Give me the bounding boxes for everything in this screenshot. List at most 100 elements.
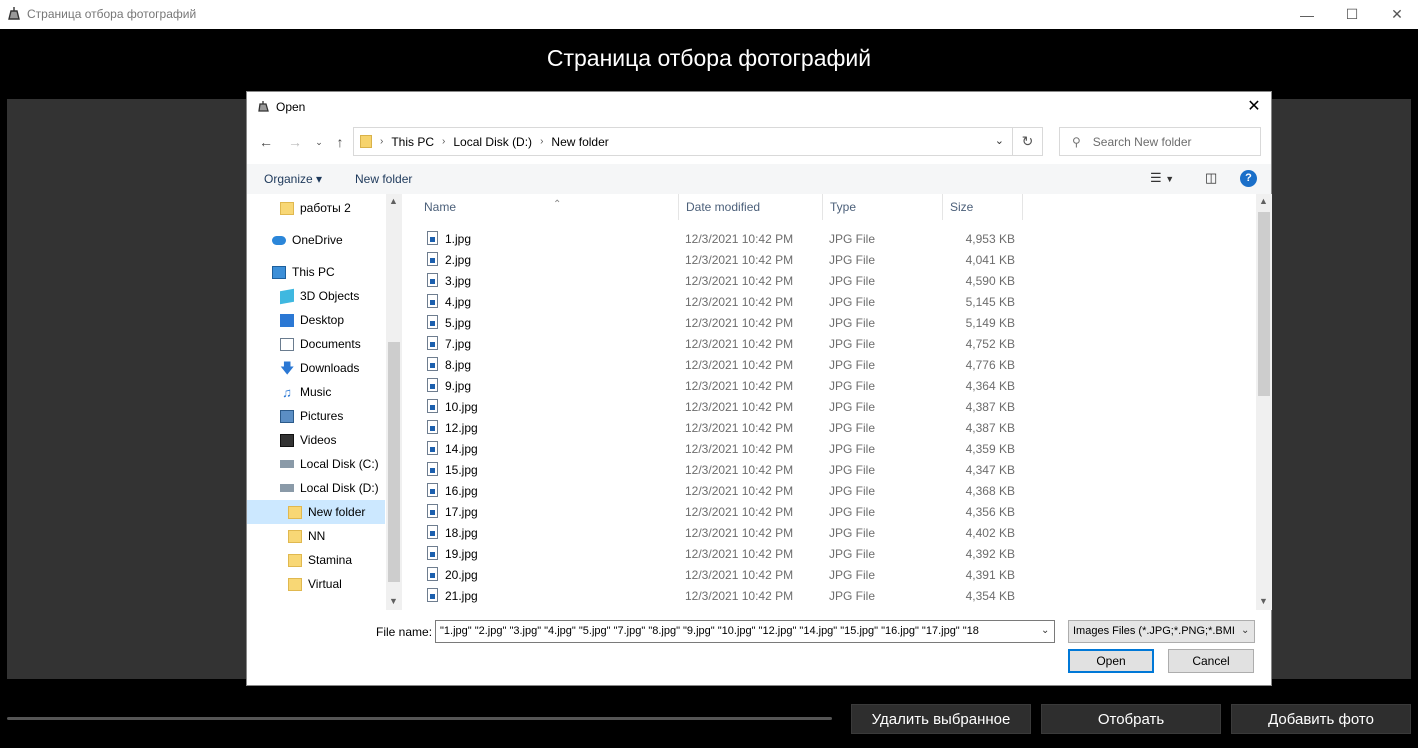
open-button[interactable]: Open xyxy=(1068,649,1154,673)
column-header-size[interactable]: Size xyxy=(943,194,1023,220)
file-row[interactable]: 4.jpg 12/3/2021 10:42 PM JPG File 5,145 KB xyxy=(405,291,1255,312)
column-header-date[interactable]: Date modified xyxy=(679,194,823,220)
nav-item-new-folder[interactable]: New folder xyxy=(247,500,385,524)
close-window-button[interactable]: ✕ xyxy=(1374,0,1418,29)
breadcrumb-this-pc[interactable]: This PC xyxy=(391,135,434,149)
nav-item-raboty-2[interactable]: работы 2 xyxy=(247,196,385,220)
minimize-button[interactable]: — xyxy=(1284,0,1330,29)
nav-item-downloads[interactable]: 🡇 Downloads xyxy=(247,356,385,380)
breadcrumb-new-folder[interactable]: New folder xyxy=(551,135,608,149)
file-row[interactable]: 17.jpg 12/3/2021 10:42 PM JPG File 4,356 KB xyxy=(405,501,1255,522)
scrollbar-thumb[interactable] xyxy=(388,342,400,582)
file-size: 4,041 KB xyxy=(965,253,1015,267)
select-button[interactable]: Отобрать xyxy=(1041,704,1221,734)
nav-item-label: Downloads xyxy=(300,361,360,375)
scroll-down-icon[interactable]: ▼ xyxy=(1259,596,1268,606)
file-row[interactable]: 18.jpg 12/3/2021 10:42 PM JPG File 4,402 KB xyxy=(405,522,1255,543)
scroll-up-icon[interactable]: ▲ xyxy=(1259,196,1268,206)
cancel-button[interactable]: Cancel xyxy=(1168,649,1254,673)
file-row[interactable]: 7.jpg 12/3/2021 10:42 PM JPG File 4,752 KB xyxy=(405,333,1255,354)
file-row[interactable]: 19.jpg 12/3/2021 10:42 PM JPG File 4,392 KB xyxy=(405,543,1255,564)
file-row[interactable]: 15.jpg 12/3/2021 10:42 PM JPG File 4,347 KB xyxy=(405,459,1255,480)
preview-pane-button[interactable]: ◫ xyxy=(1205,170,1217,188)
file-row[interactable]: 21.jpg 12/3/2021 10:42 PM JPG File 4,354 KB xyxy=(405,585,1255,606)
file-name-label: File name: xyxy=(376,625,433,639)
chevron-down-icon[interactable]: ⌄ xyxy=(1241,625,1249,636)
jpg-file-icon xyxy=(427,252,438,266)
help-button[interactable]: ? xyxy=(1240,170,1257,187)
new-folder-button[interactable]: New folder xyxy=(355,172,412,186)
maximize-button[interactable]: ☐ xyxy=(1329,0,1375,29)
folder-icon xyxy=(280,201,294,215)
recent-locations-button[interactable]: ⌄ xyxy=(309,132,329,152)
navigation-pane: работы 2 OneDrive This PC 3D Objects Des… xyxy=(247,194,402,610)
file-type-select[interactable]: Images Files (*.JPG;*.PNG;*.BMI xyxy=(1068,620,1255,643)
file-name: 16.jpg xyxy=(445,484,478,498)
nav-item-this-pc[interactable]: This PC xyxy=(247,260,385,284)
scroll-up-icon[interactable]: ▲ xyxy=(389,196,398,206)
up-button[interactable]: ↑ xyxy=(330,132,350,152)
file-row[interactable]: 1.jpg 12/3/2021 10:42 PM JPG File 4,953 KB xyxy=(405,228,1255,249)
file-name: 8.jpg xyxy=(445,358,472,372)
nav-item-3d-objects[interactable]: 3D Objects xyxy=(247,284,385,308)
jpg-file-icon xyxy=(427,357,438,371)
file-list-scrollbar[interactable]: ▲ ▼ xyxy=(1256,194,1272,610)
refresh-button[interactable]: ↻ xyxy=(1012,128,1042,155)
scroll-down-icon[interactable]: ▼ xyxy=(389,596,398,606)
back-button[interactable]: ← xyxy=(256,132,276,152)
file-row[interactable]: 9.jpg 12/3/2021 10:42 PM JPG File 4,364 KB xyxy=(405,375,1255,396)
nav-item-pictures[interactable]: Pictures xyxy=(247,404,385,428)
3d-objects-icon xyxy=(280,288,294,304)
file-name: 1.jpg xyxy=(445,232,472,246)
dialog-close-button[interactable]: ✕ xyxy=(1243,96,1265,118)
column-header-name[interactable]: Name ⌃ xyxy=(417,194,679,220)
file-size: 4,953 KB xyxy=(965,232,1015,246)
minimize-icon: — xyxy=(1300,6,1314,23)
column-header-label: Size xyxy=(950,200,974,214)
search-box[interactable]: ⚲ Search New folder xyxy=(1059,127,1261,156)
nav-pane-scrollbar[interactable]: ▲ ▼ xyxy=(386,194,402,610)
file-row[interactable]: 20.jpg 12/3/2021 10:42 PM JPG File 4,391 KB xyxy=(405,564,1255,585)
nav-item-documents[interactable]: Documents xyxy=(247,332,385,356)
file-name: 15.jpg xyxy=(445,463,478,477)
file-row[interactable]: 12.jpg 12/3/2021 10:42 PM JPG File 4,387 KB xyxy=(405,417,1255,438)
file-date: 12/3/2021 10:42 PM xyxy=(685,316,794,330)
address-bar[interactable]: › This PC › Local Disk (D:) › New folder… xyxy=(353,127,1043,156)
nav-item-music[interactable]: ♫ Music xyxy=(247,380,385,404)
nav-item-stamina[interactable]: Stamina xyxy=(247,548,385,572)
jpg-file-icon xyxy=(427,462,438,476)
file-row[interactable]: 16.jpg 12/3/2021 10:42 PM JPG File 4,368 KB xyxy=(405,480,1255,501)
nav-item-virtual[interactable]: Virtual xyxy=(247,572,385,596)
dialog-title: Open xyxy=(276,100,306,114)
breadcrumb-local-disk-d[interactable]: Local Disk (D:) xyxy=(453,135,532,149)
file-date: 12/3/2021 10:42 PM xyxy=(685,253,794,267)
organize-button[interactable]: Organize ▾ xyxy=(264,172,322,186)
forward-button[interactable]: → xyxy=(285,132,305,152)
file-row[interactable]: 8.jpg 12/3/2021 10:42 PM JPG File 4,776 KB xyxy=(405,354,1255,375)
file-row[interactable]: 3.jpg 12/3/2021 10:42 PM JPG File 4,590 KB xyxy=(405,270,1255,291)
file-row[interactable]: 5.jpg 12/3/2021 10:42 PM JPG File 5,149 KB xyxy=(405,312,1255,333)
address-dropdown-icon[interactable]: ⌄ xyxy=(995,134,1004,147)
nav-item-desktop[interactable]: Desktop xyxy=(247,308,385,332)
file-size: 4,356 KB xyxy=(965,505,1015,519)
nav-item-onedrive[interactable]: OneDrive xyxy=(247,228,385,252)
file-name-input[interactable]: "1.jpg" "2.jpg" "3.jpg" "4.jpg" "5.jpg" … xyxy=(435,620,1055,643)
nav-item-local-disk-d[interactable]: Local Disk (D:) xyxy=(247,476,385,500)
nav-item-nn[interactable]: NN xyxy=(247,524,385,548)
dialog-app-icon xyxy=(258,101,269,112)
file-type: JPG File xyxy=(829,526,876,540)
file-row[interactable]: 2.jpg 12/3/2021 10:42 PM JPG File 4,041 KB xyxy=(405,249,1255,270)
file-row[interactable]: 14.jpg 12/3/2021 10:42 PM JPG File 4,359 KB xyxy=(405,438,1255,459)
view-options-button[interactable]: ☰ ▼ xyxy=(1150,170,1174,188)
nav-item-local-disk-c[interactable]: Local Disk (C:) xyxy=(247,452,385,476)
chevron-down-icon[interactable]: ⌄ xyxy=(1041,625,1049,636)
file-type: JPG File xyxy=(829,295,876,309)
file-row[interactable]: 10.jpg 12/3/2021 10:42 PM JPG File 4,387 KB xyxy=(405,396,1255,417)
file-name: 18.jpg xyxy=(445,526,478,540)
add-photo-button[interactable]: Добавить фото xyxy=(1231,704,1411,734)
file-date: 12/3/2021 10:42 PM xyxy=(685,232,794,246)
scrollbar-thumb[interactable] xyxy=(1258,212,1270,396)
column-header-type[interactable]: Type xyxy=(823,194,943,220)
nav-item-videos[interactable]: Videos xyxy=(247,428,385,452)
delete-selected-button[interactable]: Удалить выбранное xyxy=(851,704,1031,734)
